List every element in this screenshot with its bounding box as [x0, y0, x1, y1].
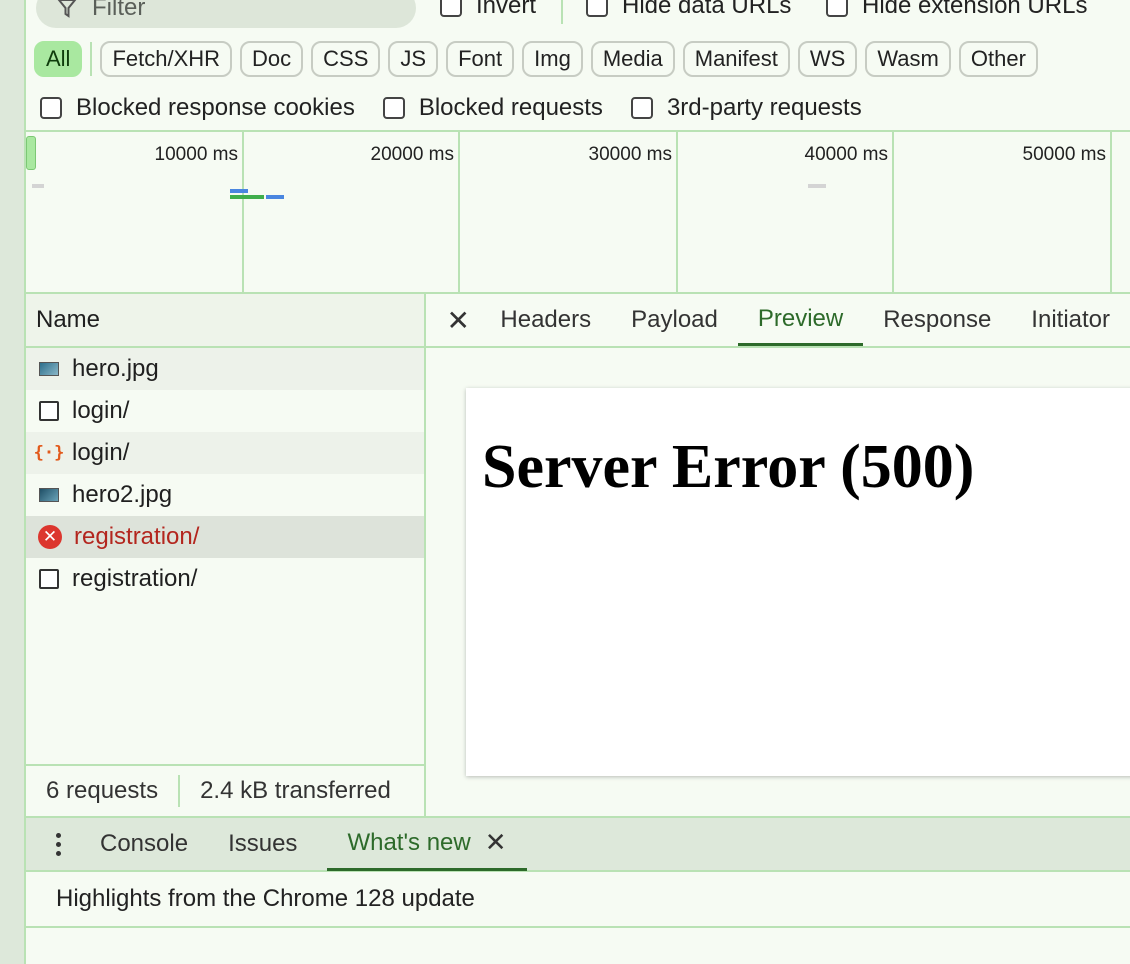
invert-checkbox-box[interactable] — [440, 0, 462, 17]
divider — [90, 42, 93, 76]
timeline-overview[interactable]: 10000 ms 20000 ms 30000 ms 40000 ms 5000… — [26, 130, 1130, 294]
request-row[interactable]: {·} login/ — [26, 432, 424, 474]
request-name: login/ — [72, 439, 130, 466]
preview-frame: Server Error (500) — [466, 388, 1130, 776]
tab-payload[interactable]: Payload — [611, 294, 738, 346]
name-column-header[interactable]: Name — [26, 294, 424, 348]
document-icon — [38, 568, 60, 590]
type-filter-doc[interactable]: Doc — [240, 41, 304, 77]
type-filter-img[interactable]: Img — [522, 41, 583, 77]
close-icon[interactable]: ✕ — [485, 827, 507, 858]
request-name: hero2.jpg — [72, 481, 173, 508]
close-icon[interactable]: ✕ — [446, 300, 470, 340]
request-count: 6 requests — [46, 777, 159, 804]
timeline-tick-label: 40000 ms — [804, 144, 888, 165]
drawer-tabs: Console Issues What's new ✕ — [26, 818, 1130, 872]
blocked-requests-checkbox[interactable]: Blocked requests — [382, 94, 603, 122]
type-filter-wasm[interactable]: Wasm — [865, 41, 951, 77]
whats-new-highlight[interactable]: Highlights from the Chrome 128 update — [26, 872, 1130, 928]
blocked-requests-label: Blocked requests — [418, 94, 603, 121]
tab-initiator[interactable]: Initiator — [1011, 294, 1130, 346]
network-panel: Filter Invert Hide data URLs Hide extens… — [26, 0, 1130, 964]
request-row[interactable]: login/ — [26, 390, 424, 432]
timeline-gridline — [458, 132, 460, 294]
third-party-label: 3rd-party requests — [666, 94, 862, 121]
type-filter-ws[interactable]: WS — [797, 41, 858, 77]
image-icon — [38, 358, 60, 380]
json-icon: {·} — [33, 443, 65, 463]
resource-type-filters: All Fetch/XHR Doc CSS JS Font Img Media … — [34, 40, 1046, 78]
request-name: hero.jpg — [72, 355, 159, 382]
hide-extension-urls-label: Hide extension URLs — [862, 0, 1088, 19]
type-filter-all[interactable]: All — [34, 41, 83, 77]
timeline-gridline — [676, 132, 678, 294]
type-filter-css[interactable]: CSS — [311, 41, 381, 77]
request-name: registration/ — [72, 565, 198, 592]
request-list: Name hero.jpg login/ {·} login/ hero2.jp… — [26, 294, 426, 816]
preview-heading: Server Error (500) — [482, 433, 975, 501]
tab-whats-new[interactable]: What's new ✕ — [327, 817, 527, 871]
hide-data-urls-label: Hide data URLs — [622, 0, 792, 19]
bottom-drawer: Console Issues What's new ✕ Highlights f… — [26, 816, 1130, 964]
hide-data-urls-checkbox[interactable]: Hide data URLs — [586, 0, 791, 20]
request-row-selected[interactable]: ✕ registration/ — [26, 516, 424, 558]
hide-data-urls-box[interactable] — [586, 0, 608, 17]
image-icon — [38, 484, 60, 506]
timeline-range-handle[interactable] — [26, 136, 36, 170]
transferred-size: 2.4 kB transferred — [200, 777, 391, 804]
timeline-tick-label: 20000 ms — [370, 144, 454, 165]
request-row[interactable]: registration/ — [26, 558, 424, 600]
summary-bar: 6 requests 2.4 kB transferred — [26, 764, 424, 816]
hide-extension-urls-checkbox[interactable]: Hide extension URLs — [826, 0, 1087, 20]
filter-placeholder: Filter — [92, 0, 146, 21]
timeline-gridline — [1110, 132, 1112, 294]
timeline-tick-label: 30000 ms — [588, 144, 672, 165]
left-strip — [0, 0, 26, 964]
request-name: registration/ — [74, 523, 200, 550]
blocked-cookies-label: Blocked response cookies — [76, 94, 355, 121]
timeline-request-bar — [266, 195, 284, 199]
document-icon — [38, 400, 60, 422]
filter-icon — [57, 0, 77, 18]
blocked-filters: Blocked response cookies Blocked request… — [40, 94, 890, 122]
type-filter-manifest[interactable]: Manifest — [682, 41, 790, 77]
type-filter-font[interactable]: Font — [446, 41, 515, 77]
tab-preview[interactable]: Preview — [737, 294, 864, 346]
divider — [561, 0, 563, 24]
timeline-gridline — [892, 132, 894, 294]
request-name: login/ — [72, 397, 130, 424]
tab-issues[interactable]: Issues — [218, 817, 307, 871]
timeline-request-bar — [230, 189, 248, 193]
type-filter-media[interactable]: Media — [590, 41, 675, 77]
tab-response[interactable]: Response — [863, 294, 1011, 346]
timeline-gridline — [242, 132, 244, 294]
hide-extension-urls-box[interactable] — [826, 0, 848, 17]
type-filter-other[interactable]: Other — [958, 41, 1038, 77]
request-row[interactable]: hero.jpg — [26, 348, 424, 390]
more-options-icon[interactable] — [26, 832, 90, 856]
timeline-request-bar — [32, 184, 44, 188]
request-details: ✕ Headers Payload Preview Response Initi… — [426, 294, 1130, 816]
type-filter-fetch-xhr[interactable]: Fetch/XHR — [100, 41, 233, 77]
third-party-checkbox[interactable]: 3rd-party requests — [630, 94, 862, 122]
invert-checkbox[interactable]: Invert — [440, 0, 536, 20]
error-icon: ✕ — [38, 525, 62, 549]
timeline-tick-label: 50000 ms — [1022, 144, 1106, 165]
timeline-request-bar — [808, 184, 826, 188]
blocked-requests-box[interactable] — [382, 97, 405, 119]
tab-whats-new-label: What's new — [347, 828, 471, 856]
blocked-cookies-box[interactable] — [40, 97, 62, 119]
tab-console[interactable]: Console — [90, 817, 198, 871]
third-party-box[interactable] — [630, 97, 653, 119]
type-filter-js[interactable]: JS — [388, 41, 439, 77]
filter-toolbar: Filter Invert Hide data URLs Hide extens… — [26, 0, 1130, 30]
timeline-request-bar — [230, 195, 264, 199]
invert-label: Invert — [476, 0, 537, 19]
tab-headers[interactable]: Headers — [480, 294, 611, 346]
timeline-tick-label: 10000 ms — [154, 144, 238, 165]
filter-input[interactable]: Filter — [36, 0, 416, 28]
request-row[interactable]: hero2.jpg — [26, 474, 424, 516]
details-tabs: ✕ Headers Payload Preview Response Initi… — [426, 294, 1130, 348]
blocked-cookies-checkbox[interactable]: Blocked response cookies — [40, 94, 355, 122]
